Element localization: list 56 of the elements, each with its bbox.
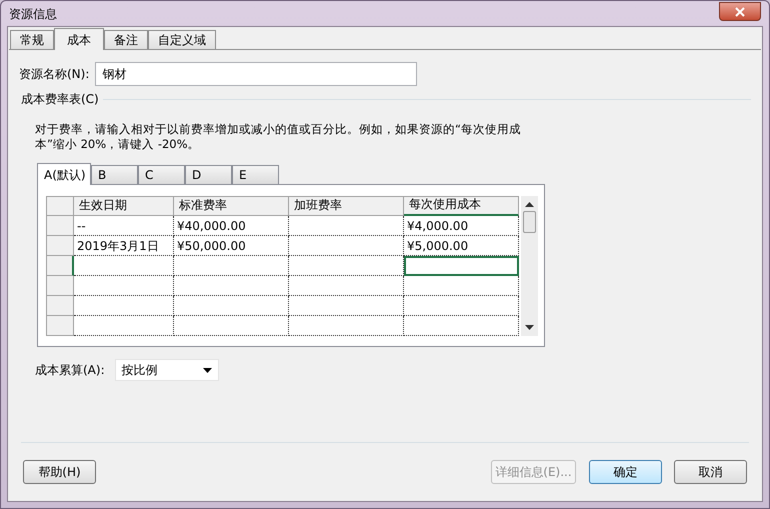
- table-cell[interactable]: [404, 296, 519, 316]
- group-label: 成本费率表(C): [21, 91, 99, 108]
- table-cell[interactable]: ¥5,000.00: [404, 236, 519, 256]
- field-label: 成本累算(A):: [35, 362, 105, 379]
- table-cell[interactable]: 2019年3月1日: [74, 236, 174, 256]
- field-label: 资源名称(N):: [19, 66, 90, 83]
- table-cell[interactable]: [174, 316, 289, 336]
- table-cell[interactable]: ¥50,000.00: [174, 236, 289, 256]
- window-title: 资源信息: [9, 6, 57, 22]
- table-cell[interactable]: ¥40,000.00: [174, 216, 289, 236]
- scrollbar[interactable]: [521, 196, 538, 336]
- table-cell[interactable]: [289, 236, 404, 256]
- tab[interactable]: B: [91, 165, 138, 184]
- table-cell[interactable]: [74, 276, 174, 296]
- table-cell[interactable]: [74, 316, 174, 336]
- tab[interactable]: 常规: [10, 30, 54, 49]
- table-cell[interactable]: [289, 276, 404, 296]
- table-cell[interactable]: [74, 296, 174, 316]
- close-icon: [735, 6, 745, 16]
- tab[interactable]: D: [185, 165, 232, 184]
- tab[interactable]: 备注: [104, 30, 148, 49]
- column-header[interactable]: 加班费率: [289, 196, 404, 216]
- dialog-button[interactable]: 确定: [589, 460, 662, 484]
- table-cell[interactable]: [174, 256, 289, 276]
- table-cell[interactable]: [74, 256, 174, 276]
- dialog-button[interactable]: 取消: [674, 460, 747, 484]
- scrollbar-thumb[interactable]: [523, 211, 536, 233]
- tab[interactable]: E: [232, 165, 279, 184]
- column-header[interactable]: 生效日期: [74, 196, 174, 216]
- table-cell[interactable]: [289, 316, 404, 336]
- table-cell[interactable]: [174, 296, 289, 316]
- table-cell[interactable]: ¥4,000.00: [404, 216, 519, 236]
- accrual-dropdown[interactable]: 按比例: [114, 359, 219, 381]
- table-cell[interactable]: [404, 256, 519, 276]
- table-cell[interactable]: --: [74, 216, 174, 236]
- table-cell[interactable]: [289, 256, 404, 276]
- tab[interactable]: C: [138, 165, 185, 184]
- table-cell[interactable]: [289, 216, 404, 236]
- scroll-down-icon: [525, 325, 534, 330]
- dropdown-caret-icon: [202, 368, 212, 372]
- column-header[interactable]: 标准费率: [174, 196, 289, 216]
- dialog-button[interactable]: 帮助(H): [23, 460, 96, 484]
- table-cell[interactable]: [404, 316, 519, 336]
- scroll-up-icon: [525, 202, 534, 207]
- tab[interactable]: A(默认): [37, 163, 91, 185]
- tab[interactable]: 成本: [54, 28, 104, 50]
- resource-name-field[interactable]: 钢材: [95, 62, 418, 86]
- column-header[interactable]: 每次使用成本: [404, 196, 519, 216]
- table-cell[interactable]: [289, 296, 404, 316]
- table-cell[interactable]: [174, 276, 289, 296]
- corner-cell: [46, 196, 74, 216]
- instructions-text: 对于费率，请输入相对于以前费率增加或减小的值或百分比。例如，如果资源的“每次使用成本”缩小 20%，请键入 -20%。: [35, 122, 522, 152]
- table-cell[interactable]: [404, 276, 519, 296]
- close-button[interactable]: [719, 2, 761, 21]
- tab[interactable]: 自定义域: [148, 30, 216, 49]
- row-header[interactable]: [46, 256, 74, 276]
